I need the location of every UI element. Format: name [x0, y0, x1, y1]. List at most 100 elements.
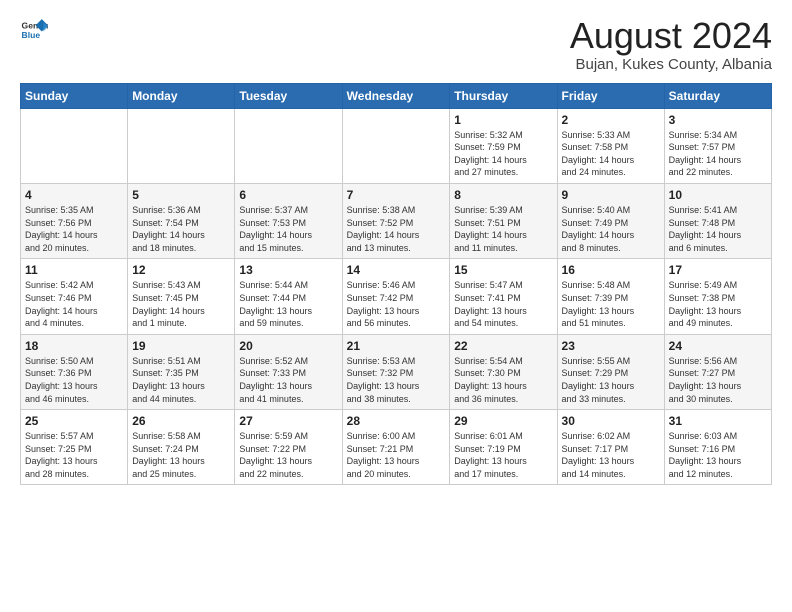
- day-info: Sunrise: 5:43 AM Sunset: 7:45 PM Dayligh…: [132, 279, 230, 329]
- calendar-cell: 21Sunrise: 5:53 AM Sunset: 7:32 PM Dayli…: [342, 334, 450, 409]
- calendar-cell: 2Sunrise: 5:33 AM Sunset: 7:58 PM Daylig…: [557, 108, 664, 183]
- calendar-cell: 13 Sunrise: 5:44 AM Sunset: 7:44 PM Dayli…: [235, 259, 342, 334]
- day-number: 12: [132, 263, 230, 277]
- day-number: 18: [25, 339, 123, 353]
- logo: General Blue: [20, 16, 48, 44]
- day-number: 28: [347, 414, 446, 428]
- svg-text:Blue: Blue: [22, 30, 41, 40]
- day-info: Sunrise: 5:32 AM Sunset: 7:59 PM Dayligh…: [454, 129, 552, 179]
- day-number: 8: [454, 188, 552, 202]
- day-number: 23: [562, 339, 660, 353]
- calendar-cell: 23Sunrise: 5:55 AM Sunset: 7:29 PM Dayli…: [557, 334, 664, 409]
- day-number: 11: [25, 263, 123, 277]
- day-number: 21: [347, 339, 446, 353]
- day-number: 5: [132, 188, 230, 202]
- day-info: Sunrise: 5:38 AM Sunset: 7:52 PM Dayligh…: [347, 204, 446, 254]
- day-number: 16: [562, 263, 660, 277]
- day-info: Sunrise: 5:57 AM Sunset: 7:25 PM Dayligh…: [25, 430, 123, 480]
- day-info: Sunrise: 5:50 AM Sunset: 7:36 PM Dayligh…: [25, 355, 123, 405]
- page-header: General Blue August 2024 Bujan, Kukes Co…: [20, 16, 772, 73]
- calendar-subtitle: Bujan, Kukes County, Albania: [570, 56, 772, 73]
- day-info: Sunrise: 5:46 AM Sunset: 7:42 PM Dayligh…: [347, 279, 446, 329]
- title-area: August 2024 Bujan, Kukes County, Albania: [570, 16, 772, 73]
- calendar-cell: 16 Sunrise: 5:48 AM Sunset: 7:39 PM Dayli…: [557, 259, 664, 334]
- calendar-cell: 14 Sunrise: 5:46 AM Sunset: 7:42 PM Dayli…: [342, 259, 450, 334]
- day-info: Sunrise: 5:40 AM Sunset: 7:49 PM Dayligh…: [562, 204, 660, 254]
- day-number: 30: [562, 414, 660, 428]
- calendar-cell: 30 Sunrise: 6:02 AM Sunset: 7:17 PM Dayli…: [557, 410, 664, 485]
- calendar-cell: [21, 108, 128, 183]
- day-info: Sunrise: 5:48 AM Sunset: 7:39 PM Dayligh…: [562, 279, 660, 329]
- day-number: 15: [454, 263, 552, 277]
- day-number: 31: [669, 414, 767, 428]
- weekday-header-saturday: Saturday: [664, 83, 771, 108]
- day-info: Sunrise: 5:59 AM Sunset: 7:22 PM Dayligh…: [239, 430, 337, 480]
- day-info: Sunrise: 5:35 AM Sunset: 7:56 PM Dayligh…: [25, 204, 123, 254]
- calendar-week-row: 1 Sunrise: 5:32 AM Sunset: 7:59 PM Daylig…: [21, 108, 772, 183]
- day-number: 27: [239, 414, 337, 428]
- day-info: Sunrise: 5:34 AM Sunset: 7:57 PM Dayligh…: [669, 129, 767, 179]
- day-info: Sunrise: 5:49 AM Sunset: 7:38 PM Dayligh…: [669, 279, 767, 329]
- calendar-cell: 18 Sunrise: 5:50 AM Sunset: 7:36 PM Dayli…: [21, 334, 128, 409]
- day-info: Sunrise: 6:01 AM Sunset: 7:19 PM Dayligh…: [454, 430, 552, 480]
- calendar-cell: 19Sunrise: 5:51 AM Sunset: 7:35 PM Dayli…: [128, 334, 235, 409]
- weekday-header-tuesday: Tuesday: [235, 83, 342, 108]
- day-info: Sunrise: 5:37 AM Sunset: 7:53 PM Dayligh…: [239, 204, 337, 254]
- weekday-header-friday: Friday: [557, 83, 664, 108]
- calendar-cell: 6 Sunrise: 5:37 AM Sunset: 7:53 PM Daylig…: [235, 183, 342, 258]
- calendar-week-row: 25 Sunrise: 5:57 AM Sunset: 7:25 PM Dayli…: [21, 410, 772, 485]
- day-number: 3: [669, 113, 767, 127]
- calendar-cell: 29 Sunrise: 6:01 AM Sunset: 7:19 PM Dayli…: [450, 410, 557, 485]
- day-info: Sunrise: 5:56 AM Sunset: 7:27 PM Dayligh…: [669, 355, 767, 405]
- calendar-cell: [342, 108, 450, 183]
- day-number: 13: [239, 263, 337, 277]
- weekday-header-monday: Monday: [128, 83, 235, 108]
- calendar-cell: 15 Sunrise: 5:47 AM Sunset: 7:41 PM Dayli…: [450, 259, 557, 334]
- weekday-header-wednesday: Wednesday: [342, 83, 450, 108]
- day-number: 6: [239, 188, 337, 202]
- calendar-cell: [128, 108, 235, 183]
- day-info: Sunrise: 5:44 AM Sunset: 7:44 PM Dayligh…: [239, 279, 337, 329]
- calendar-cell: 26 Sunrise: 5:58 AM Sunset: 7:24 PM Dayli…: [128, 410, 235, 485]
- day-number: 29: [454, 414, 552, 428]
- calendar-cell: 3 Sunrise: 5:34 AM Sunset: 7:57 PM Daylig…: [664, 108, 771, 183]
- day-info: Sunrise: 5:58 AM Sunset: 7:24 PM Dayligh…: [132, 430, 230, 480]
- calendar-cell: 5 Sunrise: 5:36 AM Sunset: 7:54 PM Daylig…: [128, 183, 235, 258]
- day-number: 20: [239, 339, 337, 353]
- day-number: 9: [562, 188, 660, 202]
- day-number: 1: [454, 113, 552, 127]
- calendar-cell: 9 Sunrise: 5:40 AM Sunset: 7:49 PM Daylig…: [557, 183, 664, 258]
- calendar-cell: 24Sunrise: 5:56 AM Sunset: 7:27 PM Dayli…: [664, 334, 771, 409]
- day-info: Sunrise: 5:52 AM Sunset: 7:33 PM Dayligh…: [239, 355, 337, 405]
- day-number: 14: [347, 263, 446, 277]
- day-number: 26: [132, 414, 230, 428]
- day-number: 10: [669, 188, 767, 202]
- day-info: Sunrise: 5:41 AM Sunset: 7:48 PM Dayligh…: [669, 204, 767, 254]
- day-info: Sunrise: 5:42 AM Sunset: 7:46 PM Dayligh…: [25, 279, 123, 329]
- day-info: Sunrise: 6:00 AM Sunset: 7:21 PM Dayligh…: [347, 430, 446, 480]
- logo-icon: General Blue: [20, 16, 48, 44]
- day-info: Sunrise: 6:03 AM Sunset: 7:16 PM Dayligh…: [669, 430, 767, 480]
- calendar-cell: 25 Sunrise: 5:57 AM Sunset: 7:25 PM Dayli…: [21, 410, 128, 485]
- day-number: 25: [25, 414, 123, 428]
- calendar-cell: 20 Sunrise: 5:52 AM Sunset: 7:33 PM Dayli…: [235, 334, 342, 409]
- calendar-cell: 8 Sunrise: 5:39 AM Sunset: 7:51 PM Daylig…: [450, 183, 557, 258]
- day-number: 22: [454, 339, 552, 353]
- day-number: 7: [347, 188, 446, 202]
- calendar-week-row: 11 Sunrise: 5:42 AM Sunset: 7:46 PM Dayli…: [21, 259, 772, 334]
- day-info: Sunrise: 5:36 AM Sunset: 7:54 PM Dayligh…: [132, 204, 230, 254]
- calendar-cell: 12 Sunrise: 5:43 AM Sunset: 7:45 PM Dayli…: [128, 259, 235, 334]
- day-info: Sunrise: 5:39 AM Sunset: 7:51 PM Dayligh…: [454, 204, 552, 254]
- day-info: Sunrise: 6:02 AM Sunset: 7:17 PM Dayligh…: [562, 430, 660, 480]
- day-info: Sunrise: 5:47 AM Sunset: 7:41 PM Dayligh…: [454, 279, 552, 329]
- calendar-cell: 7 Sunrise: 5:38 AM Sunset: 7:52 PM Daylig…: [342, 183, 450, 258]
- calendar-cell: 17Sunrise: 5:49 AM Sunset: 7:38 PM Dayli…: [664, 259, 771, 334]
- weekday-header-sunday: Sunday: [21, 83, 128, 108]
- day-number: 19: [132, 339, 230, 353]
- weekday-header-row: SundayMondayTuesdayWednesdayThursdayFrid…: [21, 83, 772, 108]
- calendar-cell: 11 Sunrise: 5:42 AM Sunset: 7:46 PM Dayli…: [21, 259, 128, 334]
- calendar-cell: [235, 108, 342, 183]
- calendar-cell: 10 Sunrise: 5:41 AM Sunset: 7:48 PM Dayli…: [664, 183, 771, 258]
- calendar-title: August 2024: [570, 16, 772, 56]
- calendar-week-row: 4Sunrise: 5:35 AM Sunset: 7:56 PM Daylig…: [21, 183, 772, 258]
